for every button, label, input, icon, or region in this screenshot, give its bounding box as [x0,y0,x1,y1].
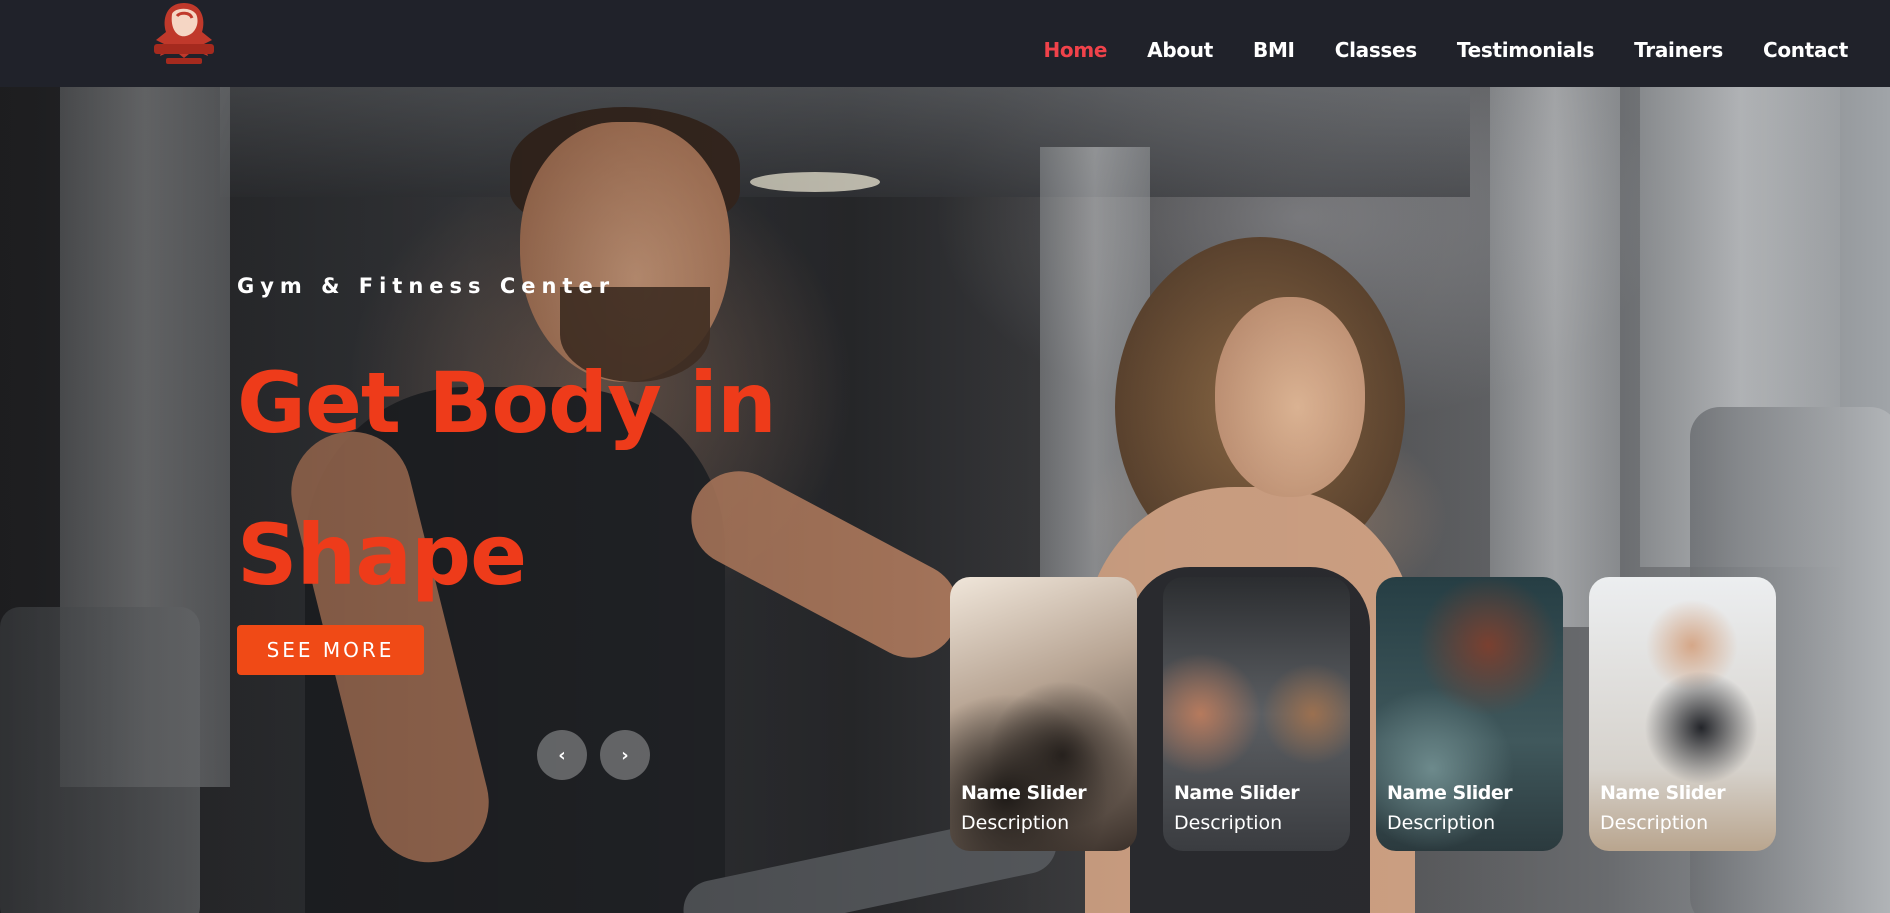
main-nav: Home About BMI Classes Testimonials Trai… [1043,38,1848,62]
nav-trainers[interactable]: Trainers [1634,38,1723,62]
nav-contact[interactable]: Contact [1763,38,1848,62]
thumbnail-name: Name Slider [1600,782,1726,804]
slider-arrows: ‹ › [537,730,650,780]
hero-title-line2: Shape [237,506,527,604]
thumbnail-name: Name Slider [1387,782,1513,804]
thumbnail-name: Name Slider [961,782,1087,804]
nav-classes[interactable]: Classes [1335,38,1418,62]
thumbnail-description: Description [1387,812,1496,834]
thumbnail-name: Name Slider [1174,782,1300,804]
thumbnail-description: Description [1600,812,1709,834]
slider-thumbnail[interactable]: Name Slider Description [1376,577,1563,851]
nav-testimonials[interactable]: Testimonials [1457,38,1595,62]
slider-thumbnail[interactable]: Name Slider Description [950,577,1137,851]
hero-title: Get Body in Shape [237,327,877,631]
nav-bmi[interactable]: BMI [1253,38,1295,62]
see-more-button[interactable]: SEE MORE [237,625,424,675]
nav-about[interactable]: About [1147,38,1213,62]
chevron-left-icon[interactable]: ‹ [537,730,587,780]
site-header: Home About BMI Classes Testimonials Trai… [0,0,1890,87]
fitness-logo-icon[interactable] [144,0,224,76]
thumbnail-description: Description [1174,812,1283,834]
hero-slider: Gym & Fitness Center Get Body in Shape S… [0,87,1890,913]
slider-thumbnails: Name Slider Description Name Slider Desc… [950,577,1776,851]
slider-thumbnail[interactable]: Name Slider Description [1589,577,1776,851]
hero-subtitle: Gym & Fitness Center [237,274,616,298]
thumbnail-description: Description [961,812,1070,834]
slider-thumbnail[interactable]: Name Slider Description [1163,577,1350,851]
nav-home[interactable]: Home [1043,38,1107,62]
chevron-right-icon[interactable]: › [600,730,650,780]
hero-title-line1: Get Body in [237,354,777,452]
